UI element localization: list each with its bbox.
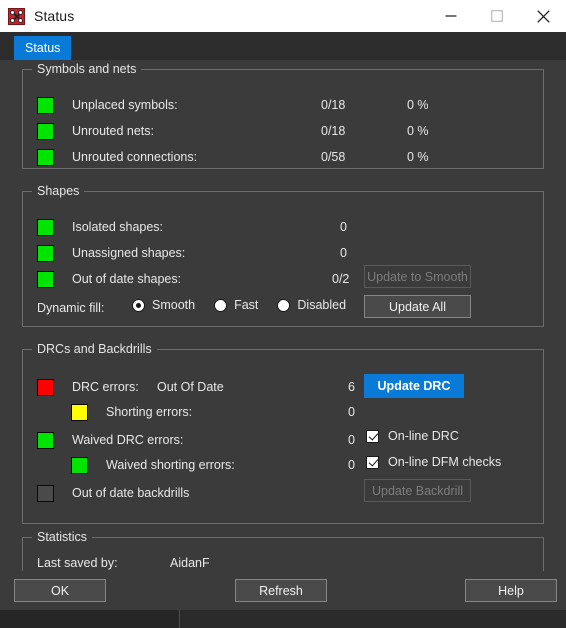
checkbox-label-online-drc: On-line DRC — [388, 429, 459, 443]
label-out-of-date-shapes: Out of date shapes: — [72, 272, 182, 286]
update-to-smooth-button[interactable]: Update to Smooth — [364, 265, 471, 288]
value-unrouted-nets: 0/18 — [321, 124, 346, 138]
checkbox-icon-online-dfm-checks — [366, 455, 379, 469]
label-shorting-errors: Shorting errors: — [106, 405, 193, 419]
row-unrouted-nets: Unrouted nets: 0/18 0 % — [37, 122, 429, 140]
tab-strip: Status — [0, 32, 566, 60]
group-drcs-and-backdrills: DRCs and Backdrills DRC errors: Out Of D… — [22, 342, 544, 524]
status-swatch-unrouted-nets — [37, 122, 54, 140]
update-backdrill-button[interactable]: Update Backdrill — [364, 479, 471, 502]
refresh-button[interactable]: Refresh — [235, 579, 327, 602]
group-legend-shapes: Shapes — [32, 184, 85, 198]
dialog-footer: OK Refresh Help — [0, 571, 566, 610]
status-swatch-waived-shorting-errors — [71, 456, 88, 474]
value-out-of-date-shapes: 0/2 — [332, 272, 350, 286]
tab-status[interactable]: Status — [14, 36, 72, 60]
row-out-of-date-backdrills: Out of date backdrills — [37, 484, 189, 502]
group-shapes: Shapes Isolated shapes: 0 Unassigned sha… — [22, 184, 544, 327]
radio-label-smooth: Smooth — [152, 298, 196, 312]
value-waived-shorting-errors: 0 — [348, 458, 355, 472]
status-swatch-waived-drc-errors — [37, 431, 54, 449]
close-icon[interactable] — [520, 0, 566, 32]
row-shorting-errors: Shorting errors: 0 — [71, 403, 355, 421]
row-waived-shorting-errors: Waived shorting errors: 0 — [71, 456, 355, 474]
radio-label-fast: Fast — [234, 298, 259, 312]
update-all-button[interactable]: Update All — [364, 295, 471, 318]
row-isolated-shapes: Isolated shapes: 0 — [37, 218, 347, 236]
ok-button[interactable]: OK — [14, 579, 106, 602]
label-last-saved-by: Last saved by: — [37, 556, 118, 570]
background-strip-left — [0, 610, 178, 628]
status-swatch-unassigned-shapes — [37, 244, 54, 262]
row-unassigned-shapes: Unassigned shapes: 0 — [37, 244, 347, 262]
value-unrouted-connections: 0/58 — [321, 150, 346, 164]
status-swatch-unplaced-symbols — [37, 96, 54, 114]
row-out-of-date-shapes: Out of date shapes: 0/2 — [37, 270, 349, 288]
radio-label-disabled: Disabled — [297, 298, 347, 312]
group-legend-symbols-and-nets: Symbols and nets — [32, 62, 142, 76]
help-button[interactable]: Help — [465, 579, 557, 602]
row-unplaced-symbols: Unplaced symbols: 0/18 0 % — [37, 96, 429, 114]
title-bar: Status — [0, 0, 566, 32]
status-swatch-shorting-errors — [71, 403, 88, 421]
dialog-body: Symbols and nets Unplaced symbols: 0/18 … — [0, 60, 566, 625]
update-drc-button[interactable]: Update DRC — [364, 374, 464, 398]
status-swatch-unrouted-connections — [37, 148, 54, 166]
row-waived-drc-errors: Waived DRC errors: 0 — [37, 431, 355, 449]
window-title: Status — [34, 8, 75, 24]
percent-unrouted-nets: 0 % — [407, 124, 429, 138]
percent-unrouted-connections: 0 % — [407, 150, 429, 164]
label-unrouted-connections: Unrouted connections: — [72, 150, 198, 164]
label-out-of-date-backdrills: Out of date backdrills — [72, 486, 190, 500]
value-shorting-errors: 0 — [348, 405, 355, 419]
window-controls — [428, 0, 566, 32]
group-legend-drcs-and-backdrills: DRCs and Backdrills — [32, 342, 157, 356]
checkbox-online-dfm-checks[interactable]: On-line DFM checks — [366, 455, 501, 469]
checkbox-icon-online-drc — [366, 429, 379, 443]
minimize-icon[interactable] — [428, 0, 474, 32]
label-unassigned-shapes: Unassigned shapes: — [72, 246, 186, 260]
label-unplaced-symbols: Unplaced symbols: — [72, 98, 178, 112]
group-legend-statistics: Statistics — [32, 530, 93, 544]
background-status-strip — [0, 610, 566, 628]
value-waived-drc-errors: 0 — [348, 433, 355, 447]
value-drc-errors: 6 — [348, 380, 355, 394]
allegro-status-icon — [8, 7, 25, 25]
radio-dynamic-fill-fast[interactable]: Fast — [214, 298, 258, 312]
value-isolated-shapes: 0 — [340, 220, 347, 234]
radio-dynamic-fill-disabled[interactable]: Disabled — [277, 298, 346, 312]
dynamic-fill-radio-group: Smooth Fast Disabled — [132, 298, 365, 312]
dynamic-fill-label: Dynamic fill: — [37, 301, 105, 315]
label-waived-shorting-errors: Waived shorting errors: — [106, 458, 235, 472]
status-swatch-drc-errors — [37, 378, 54, 396]
row-drc-errors: DRC errors: Out Of Date 6 — [37, 378, 355, 396]
label-drc-errors: DRC errors: — [72, 380, 139, 394]
label-isolated-shapes: Isolated shapes: — [72, 220, 164, 234]
value-last-saved-by: AidanF — [170, 556, 210, 570]
value-unassigned-shapes: 0 — [340, 246, 347, 260]
maximize-icon[interactable] — [474, 0, 520, 32]
radio-dynamic-fill-smooth[interactable]: Smooth — [132, 298, 195, 312]
status-swatch-isolated-shapes — [37, 218, 54, 236]
group-symbols-and-nets: Symbols and nets Unplaced symbols: 0/18 … — [22, 62, 544, 169]
percent-unplaced-symbols: 0 % — [407, 98, 429, 112]
background-strip-divider — [178, 610, 180, 628]
status-dialog-window: Status Status Symbols and nets Unplaced … — [0, 0, 566, 625]
row-unrouted-connections: Unrouted connections: 0/58 0 % — [37, 148, 429, 166]
label-unrouted-nets: Unrouted nets: — [72, 124, 154, 138]
checkbox-label-online-dfm-checks: On-line DFM checks — [388, 455, 502, 469]
status-swatch-out-of-date-shapes — [37, 270, 54, 288]
label-waived-drc-errors: Waived DRC errors: — [72, 433, 184, 447]
status-swatch-out-of-date-backdrills — [37, 484, 54, 502]
value-unplaced-symbols: 0/18 — [321, 98, 346, 112]
status-drc-errors: Out Of Date — [157, 380, 224, 394]
checkbox-online-drc[interactable]: On-line DRC — [366, 429, 459, 443]
